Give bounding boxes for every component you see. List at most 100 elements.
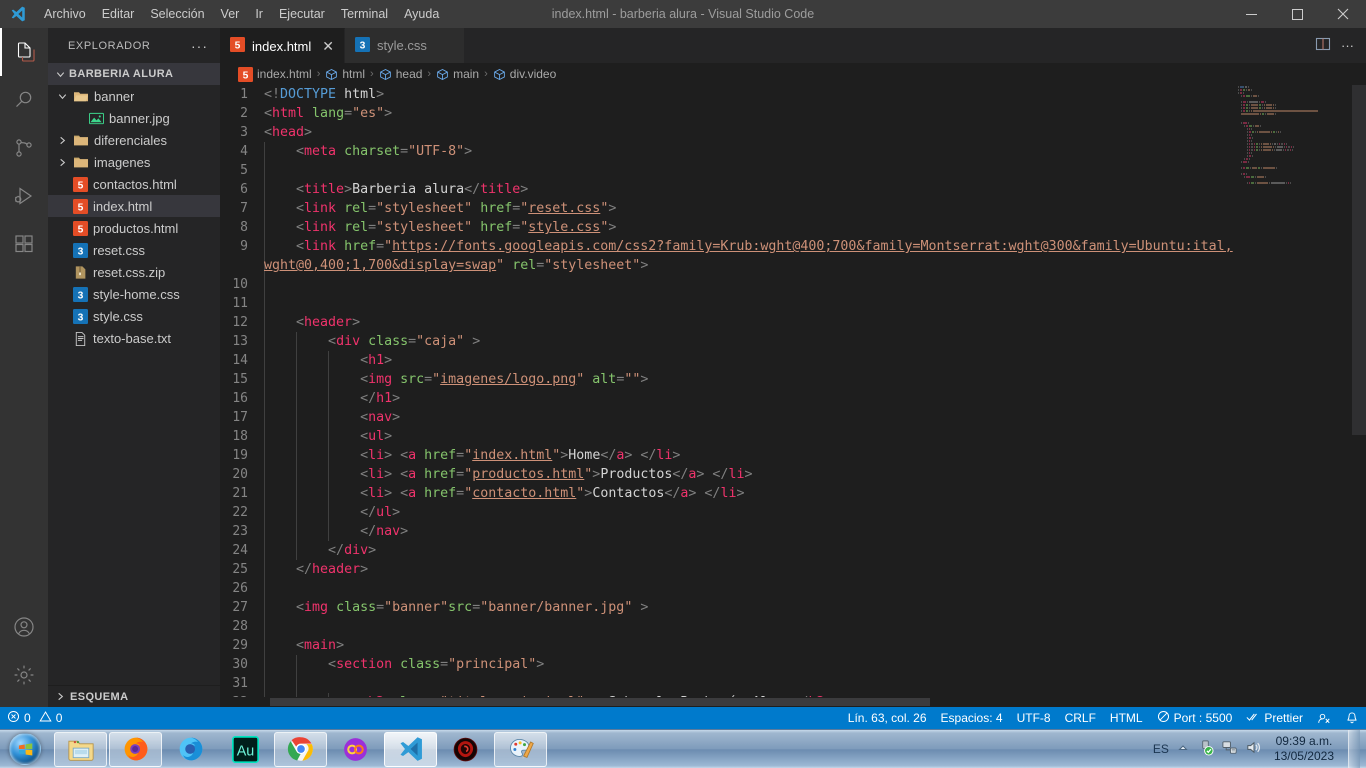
account-icon[interactable] <box>0 603 48 651</box>
code-line[interactable]: 13 <div class="caja" > <box>220 332 1366 351</box>
code-line[interactable]: 5 <box>220 161 1366 180</box>
code-line-content[interactable] <box>264 579 1366 598</box>
code-line[interactable]: 19 <li> <a href="index.html">Home</a> </… <box>220 446 1366 465</box>
breadcrumb-item-head[interactable]: head <box>379 67 422 81</box>
tree-item-index-html[interactable]: 5 index.html <box>48 195 220 217</box>
window-controls[interactable] <box>1228 0 1366 28</box>
chevron-right-icon[interactable] <box>56 135 68 146</box>
taskbar-buttons[interactable]: Au <box>50 731 547 767</box>
code-line[interactable]: 1 <!DOCTYPE html> <box>220 85 1366 104</box>
code-line-content[interactable]: <link href="https://fonts.googleapis.com… <box>264 237 1366 256</box>
show-desktop-button[interactable] <box>1348 729 1360 768</box>
code-line[interactable]: 14 <h1> <box>220 351 1366 370</box>
code-lines[interactable]: 1 <!DOCTYPE html> 2 <html lang="es"> 3 <head>… <box>220 85 1366 707</box>
minimap[interactable] <box>1236 85 1352 707</box>
file-tree[interactable]: banner banner.jpg diferenciales imagenes 5 co… <box>48 85 220 685</box>
tab-index-html[interactable]: 5 index.html ✕ <box>220 28 345 63</box>
tree-item-banner-jpg[interactable]: banner.jpg <box>48 107 220 129</box>
code-line-content[interactable]: <li> <a href="productos.html">Productos<… <box>264 465 1366 484</box>
code-line-content[interactable]: </nav> <box>264 522 1366 541</box>
code-line-content[interactable] <box>264 617 1366 636</box>
code-line[interactable]: 2 <html lang="es"> <box>220 104 1366 123</box>
code-editor[interactable]: 1 <!DOCTYPE html> 2 <html lang="es"> 3 <head>… <box>220 85 1366 707</box>
more-actions-icon[interactable]: ··· <box>1341 38 1354 53</box>
code-line-content[interactable] <box>264 161 1366 180</box>
code-line-content[interactable]: <html lang="es"> <box>264 104 1366 123</box>
language-mode-status[interactable]: HTML <box>1103 707 1150 729</box>
breadcrumb-item-html[interactable]: html <box>325 67 365 81</box>
menu-ayuda[interactable]: Ayuda <box>396 0 447 28</box>
show-hidden-icons-icon[interactable] <box>1177 742 1189 757</box>
menu-terminal[interactable]: Terminal <box>333 0 396 28</box>
paint-taskbar-button[interactable] <box>494 731 547 767</box>
code-line[interactable]: 3 <head> <box>220 123 1366 142</box>
audition-taskbar-button[interactable]: Au <box>219 732 272 767</box>
code-line-content[interactable]: <main> <box>264 636 1366 655</box>
code-line[interactable]: 17 <nav> <box>220 408 1366 427</box>
chrome-taskbar-button[interactable] <box>274 731 327 767</box>
chevron-right-icon[interactable] <box>56 157 68 168</box>
code-line-content[interactable]: <div class="caja" > <box>264 332 1366 351</box>
firefox-dev-taskbar-button[interactable] <box>164 732 217 767</box>
code-line-content[interactable]: <link rel="stylesheet" href="style.css"> <box>264 218 1366 237</box>
split-editor-icon[interactable] <box>1315 36 1331 55</box>
code-line[interactable]: 7 <link rel="stylesheet" href="reset.css… <box>220 199 1366 218</box>
volume-icon[interactable] <box>1245 739 1262 759</box>
problems-status[interactable]: 0 0 <box>0 707 69 729</box>
activity-bar[interactable] <box>0 28 48 707</box>
close-button[interactable] <box>1320 0 1366 28</box>
network-icon[interactable] <box>1221 739 1238 759</box>
firefox-taskbar-button[interactable] <box>109 731 162 767</box>
code-line[interactable]: 12 <header> <box>220 313 1366 332</box>
breadcrumb-item-index-html[interactable]: 5 index.html <box>238 66 312 82</box>
code-line[interactable]: 16 </h1> <box>220 389 1366 408</box>
gimp-taskbar-button[interactable] <box>439 732 492 767</box>
encoding-status[interactable]: UTF-8 <box>1010 707 1058 729</box>
code-line[interactable]: 31 <box>220 674 1366 693</box>
tree-item-diferenciales[interactable]: diferenciales <box>48 129 220 151</box>
code-line-content[interactable]: </div> <box>264 541 1366 560</box>
code-line-content[interactable]: <img class="banner"src="banner/banner.jp… <box>264 598 1366 617</box>
code-line-content[interactable]: <li> <a href="contacto.html">Contactos</… <box>264 484 1366 503</box>
search-icon[interactable] <box>0 76 48 124</box>
code-line-content[interactable]: <ul> <box>264 427 1366 446</box>
menu-ver[interactable]: Ver <box>213 0 248 28</box>
tree-item-style-css[interactable]: 3 style.css <box>48 305 220 327</box>
indentation-status[interactable]: Espacios: 4 <box>934 707 1010 729</box>
code-line-content[interactable]: </ul> <box>264 503 1366 522</box>
horizontal-scrollbar-thumb[interactable] <box>270 698 930 706</box>
code-line-content[interactable]: wght@0,400;1,700&display=swap" rel="styl… <box>264 256 1366 275</box>
code-line[interactable]: 24 </div> <box>220 541 1366 560</box>
code-line-content[interactable]: </header> <box>264 560 1366 579</box>
editor-tabs[interactable]: 5 index.html ✕ 3 style.css ··· <box>220 28 1366 63</box>
sidebar-more-actions-icon[interactable]: ··· <box>191 38 212 54</box>
horizontal-scrollbar[interactable] <box>220 697 1236 707</box>
live-server-port-status[interactable]: Port : 5500 <box>1150 707 1240 729</box>
code-line[interactable]: 23 </nav> <box>220 522 1366 541</box>
vertical-scrollbar[interactable] <box>1352 85 1366 707</box>
code-line-content[interactable]: <head> <box>264 123 1366 142</box>
tab-style-css[interactable]: 3 style.css <box>344 28 465 63</box>
notifications-bell-icon[interactable] <box>1338 707 1366 729</box>
prettier-status[interactable]: Prettier <box>1239 707 1310 729</box>
code-line[interactable]: 22 </ul> <box>220 503 1366 522</box>
code-line-content[interactable]: <link rel="stylesheet" href="reset.css"> <box>264 199 1366 218</box>
code-line[interactable]: 6 <title>Barberia alura</title> <box>220 180 1366 199</box>
code-line-content[interactable]: </h1> <box>264 389 1366 408</box>
code-line[interactable]: 20 <li> <a href="productos.html">Product… <box>220 465 1366 484</box>
code-line-content[interactable]: <!DOCTYPE html> <box>264 85 1366 104</box>
code-line-content[interactable] <box>264 275 1366 294</box>
code-line[interactable]: 8 <link rel="stylesheet" href="style.css… <box>220 218 1366 237</box>
code-line[interactable]: 26 <box>220 579 1366 598</box>
code-line[interactable]: 25 </header> <box>220 560 1366 579</box>
menu-seleccion[interactable]: Selección <box>142 0 212 28</box>
language-indicator[interactable]: ES <box>1153 742 1169 756</box>
code-line-content[interactable]: <meta charset="UTF-8"> <box>264 142 1366 161</box>
code-line[interactable]: 29 <main> <box>220 636 1366 655</box>
tree-item-reset-css[interactable]: 3 reset.css <box>48 239 220 261</box>
source-control-icon[interactable] <box>0 124 48 172</box>
code-line[interactable]: 30 <section class="principal"> <box>220 655 1366 674</box>
menu-bar[interactable]: Archivo Editar Selección Ver Ir Ejecutar… <box>36 0 447 28</box>
tree-item-productos-html[interactable]: 5 productos.html <box>48 217 220 239</box>
chevron-down-icon[interactable] <box>54 69 66 80</box>
